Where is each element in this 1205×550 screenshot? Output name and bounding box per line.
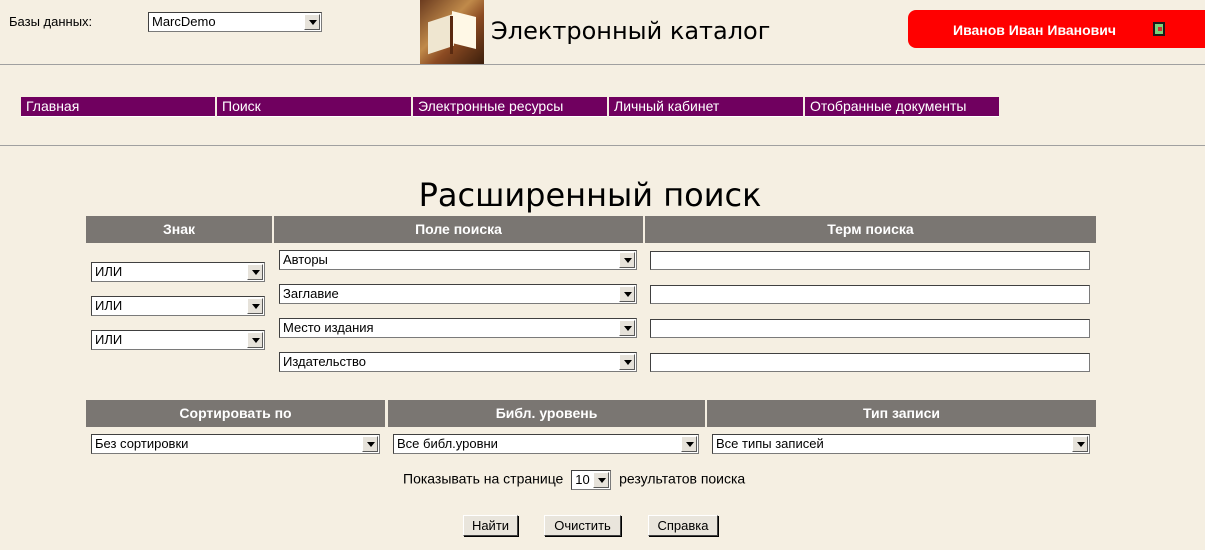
col-header-level: Библ. уровень	[388, 400, 705, 427]
field-select-value: Место издания	[283, 320, 374, 335]
term-input-4[interactable]	[650, 353, 1090, 372]
type-select[interactable]: Все типы записей	[712, 434, 1090, 454]
per-page-suffix: результатов поиска	[619, 470, 746, 487]
chevron-down-icon	[1072, 436, 1088, 452]
chevron-down-icon	[247, 332, 263, 348]
col-header-term: Терм поиска	[645, 216, 1096, 243]
chevron-down-icon	[304, 14, 320, 30]
sign-select-value: ИЛИ	[95, 332, 123, 347]
per-page-prefix: Показывать на странице	[403, 470, 564, 487]
chevron-down-icon	[247, 264, 263, 280]
nav-item-e-resources[interactable]: Электронные ресурсы	[413, 97, 607, 117]
field-select-2[interactable]: Заглавие	[279, 284, 637, 304]
clear-button[interactable]: Очистить	[544, 515, 621, 536]
field-select-1[interactable]: Авторы	[279, 250, 637, 270]
chevron-down-icon	[619, 354, 635, 370]
col-header-type: Тип записи	[707, 400, 1096, 427]
chevron-down-icon	[619, 320, 635, 336]
sort-select-value: Без сортировки	[95, 436, 189, 451]
database-select[interactable]: MarcDemo	[148, 12, 322, 32]
type-select-value: Все типы записей	[716, 436, 824, 451]
find-button[interactable]: Найти	[463, 515, 518, 536]
page-title: Расширенный поиск	[418, 176, 762, 214]
sign-select-2[interactable]: ИЛИ	[91, 262, 265, 282]
catalog-logo	[420, 0, 484, 65]
user-box: Иванов Иван Иванович	[908, 10, 1205, 48]
sort-select[interactable]: Без сортировки	[91, 434, 380, 454]
nav-item-selected-docs[interactable]: Отобранные документы	[805, 97, 999, 117]
level-select-value: Все библ.уровни	[397, 436, 498, 451]
col-header-field: Поле поиска	[274, 216, 643, 243]
term-input-3[interactable]	[650, 319, 1090, 338]
app-title: Электронный каталог	[491, 17, 771, 45]
chevron-down-icon	[247, 298, 263, 314]
sign-select-4[interactable]: ИЛИ	[91, 330, 265, 350]
sign-select-value: ИЛИ	[95, 264, 123, 279]
chevron-down-icon	[619, 286, 635, 302]
logout-icon[interactable]	[1153, 22, 1165, 36]
nav-item-account[interactable]: Личный кабинет	[609, 97, 803, 117]
help-button[interactable]: Справка	[648, 515, 718, 536]
per-page-value: 10	[575, 472, 590, 487]
field-select-value: Издательство	[283, 354, 366, 369]
per-page-select[interactable]: 10	[571, 470, 612, 490]
field-select-value: Авторы	[283, 252, 328, 267]
field-select-value: Заглавие	[283, 286, 339, 301]
chevron-down-icon	[362, 436, 378, 452]
database-select-value: MarcDemo	[152, 14, 216, 29]
chevron-down-icon	[681, 436, 697, 452]
col-header-sort: Сортировать по	[86, 400, 385, 427]
col-header-sign: Знак	[86, 216, 272, 243]
term-input-2[interactable]	[650, 285, 1090, 304]
nav-item-search[interactable]: Поиск	[217, 97, 411, 117]
nav-item-home[interactable]: Главная	[21, 97, 215, 117]
field-select-3[interactable]: Место издания	[279, 318, 637, 338]
chevron-down-icon	[619, 252, 635, 268]
term-input-1[interactable]	[650, 251, 1090, 270]
level-select[interactable]: Все библ.уровни	[393, 434, 699, 454]
main-nav: Главная Поиск Электронные ресурсы Личный…	[21, 97, 999, 117]
per-page-row: Показывать на странице 10 результатов по…	[403, 470, 745, 490]
chevron-down-icon	[593, 472, 610, 488]
database-label: Базы данных:	[9, 14, 93, 29]
header-divider	[0, 64, 1205, 65]
sign-select-3[interactable]: ИЛИ	[91, 296, 265, 316]
field-select-4[interactable]: Издательство	[279, 352, 637, 372]
nav-divider	[0, 145, 1205, 146]
user-name: Иванов Иван Иванович	[953, 22, 1117, 38]
sign-select-value: ИЛИ	[95, 298, 123, 313]
